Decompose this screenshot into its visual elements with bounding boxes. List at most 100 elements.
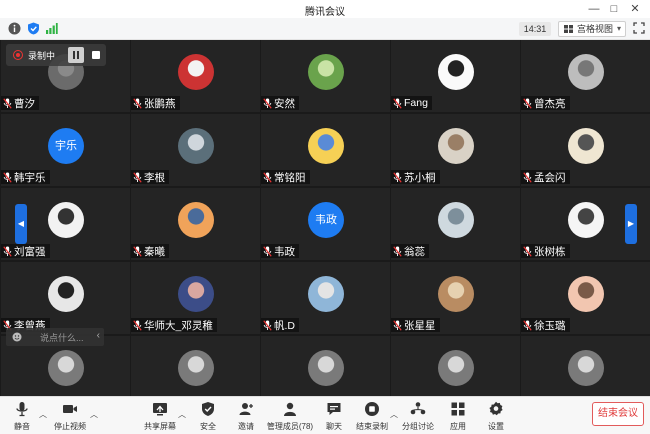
- video-options-chevron[interactable]: ︿: [90, 409, 98, 420]
- participant-avatar: [308, 54, 344, 90]
- participant-nameplate: 李根: [131, 170, 169, 184]
- chat-icon: [327, 403, 341, 415]
- participant-nameplate: 孟会闪: [521, 170, 570, 184]
- previous-page-button[interactable]: ◀: [15, 204, 27, 244]
- participant-nameplate: Fang: [391, 96, 432, 110]
- participant-tile[interactable]: [521, 336, 650, 396]
- muted-mic-icon: [393, 97, 402, 109]
- participant-tile[interactable]: [391, 336, 520, 396]
- share-options-chevron[interactable]: ︿: [178, 409, 186, 420]
- participant-tile[interactable]: 秦曦: [131, 188, 260, 260]
- chat-placeholder[interactable]: 说点什么...: [40, 331, 84, 344]
- participant-name: 徐玉璐: [534, 319, 566, 332]
- stop-recording-button[interactable]: [88, 47, 104, 63]
- muted-mic-icon: [133, 245, 142, 257]
- breakout-rooms-button[interactable]: 分组讨论: [396, 401, 440, 431]
- participant-name: 安然: [274, 97, 295, 110]
- participant-avatar: 宇乐: [48, 128, 84, 164]
- participant-tile[interactable]: Fang: [391, 40, 520, 112]
- pause-recording-button[interactable]: [68, 47, 84, 63]
- participant-tile[interactable]: [261, 336, 390, 396]
- meeting-toolbar: 静音 ︿ 停止视频 ︿ 共享屏幕 ︿ 安全 邀请 管理成员(78) 聊天 结束录…: [0, 396, 650, 434]
- settings-label: 设置: [488, 422, 504, 431]
- chat-input-bar[interactable]: 说点什么... ‹: [6, 328, 104, 346]
- recording-label: 录制中: [28, 51, 56, 61]
- participant-tile[interactable]: 安然: [261, 40, 390, 112]
- participant-tile[interactable]: 宇乐韩宇乐: [1, 114, 130, 186]
- video-grid: 曹汐 张鹏燕 安然 Fang 曾杰亮 宇乐 韩宇乐 李根 常铭阳 苏小桐 孟会闪 刘富强 秦曦 韦政 韦政翁…: [0, 40, 650, 396]
- participant-nameplate: 韩宇乐: [1, 170, 50, 184]
- participant-tile[interactable]: 徐玉璐: [521, 262, 650, 334]
- participant-tile[interactable]: 李曾燕: [1, 262, 130, 334]
- stop-video-button[interactable]: 停止视频: [48, 401, 92, 431]
- stop-video-label: 停止视频: [54, 422, 86, 431]
- participant-tile[interactable]: 华师大_邓灵稚: [131, 262, 260, 334]
- participant-avatar: [438, 202, 474, 238]
- muted-mic-icon: [3, 245, 12, 257]
- participant-tile[interactable]: 韦政 韦政: [261, 188, 390, 260]
- participant-name: 苏小桐: [404, 171, 436, 184]
- participant-tile[interactable]: 张星星: [391, 262, 520, 334]
- participant-tile[interactable]: 曾杰亮: [521, 40, 650, 112]
- camera-icon: [63, 405, 77, 413]
- share-screen-button[interactable]: 共享屏幕: [138, 401, 182, 431]
- muted-mic-icon: [263, 245, 272, 257]
- participant-name: 孟会闪: [534, 171, 566, 184]
- close-button[interactable]: ✕: [628, 2, 642, 16]
- chevron-down-icon: ▾: [616, 24, 621, 33]
- participant-name: 张树栋: [534, 245, 566, 258]
- meeting-info-bar: 14:31 宫格视图 ▾: [0, 18, 650, 40]
- manage-members-label: 管理成员(78): [266, 422, 314, 431]
- security-shield-icon: [202, 402, 214, 416]
- participant-avatar: [568, 350, 604, 386]
- participant-name: Fang: [404, 97, 428, 109]
- participant-nameplate: 张星星: [391, 318, 440, 332]
- participant-avatar: [568, 54, 604, 90]
- muted-mic-icon: [263, 97, 272, 109]
- participant-tile[interactable]: [131, 336, 260, 396]
- participant-tile[interactable]: 常铭阳: [261, 114, 390, 186]
- shield-icon[interactable]: [27, 22, 40, 35]
- breakout-icon: [410, 402, 426, 415]
- participant-avatar: [48, 202, 84, 238]
- end-meeting-button[interactable]: 结束会议: [592, 402, 644, 426]
- fullscreen-icon[interactable]: [633, 22, 645, 34]
- maximize-button[interactable]: □: [607, 2, 621, 16]
- settings-button[interactable]: 设置: [474, 401, 518, 431]
- microphone-icon: [16, 402, 28, 417]
- mute-label: 静音: [14, 422, 30, 431]
- participant-nameplate: 韦政: [261, 244, 299, 258]
- muted-mic-icon: [393, 319, 402, 331]
- participant-tile[interactable]: 帆.D: [261, 262, 390, 334]
- participant-nameplate: 徐玉璐: [521, 318, 570, 332]
- participant-nameplate: 常铭阳: [261, 170, 310, 184]
- minimize-button[interactable]: —: [587, 2, 601, 16]
- participant-tile[interactable]: 苏小桐: [391, 114, 520, 186]
- add-person-icon: [239, 403, 253, 415]
- participant-nameplate: 安然: [261, 96, 299, 110]
- participant-name: 张星星: [404, 319, 436, 332]
- participant-tile[interactable]: 孟会闪: [521, 114, 650, 186]
- participant-tile[interactable]: 翁蕊: [391, 188, 520, 260]
- participant-name: 曾杰亮: [534, 97, 566, 110]
- signal-icon[interactable]: [45, 22, 58, 35]
- participant-nameplate: 刘富强: [1, 244, 50, 258]
- mute-options-chevron[interactable]: ︿: [39, 409, 47, 420]
- participant-avatar: [568, 128, 604, 164]
- emoji-icon[interactable]: [12, 332, 22, 342]
- collapse-chat-icon[interactable]: ‹: [97, 330, 100, 341]
- grid-icon: [564, 25, 573, 33]
- members-icon: [284, 402, 296, 416]
- muted-mic-icon: [523, 319, 532, 331]
- info-icon[interactable]: [8, 22, 21, 35]
- participant-name: 华师大_邓灵稚: [144, 319, 213, 332]
- participant-avatar: [308, 276, 344, 312]
- end-recording-button[interactable]: 结束录制: [350, 401, 394, 431]
- view-mode-dropdown[interactable]: 宫格视图 ▾: [558, 21, 626, 37]
- participant-tile[interactable]: 张鹏燕: [131, 40, 260, 112]
- participant-tile[interactable]: 李根: [131, 114, 260, 186]
- next-page-button[interactable]: ▶: [625, 204, 637, 244]
- share-screen-icon: [153, 403, 167, 416]
- mute-button[interactable]: 静音: [0, 401, 44, 431]
- manage-members-button[interactable]: 管理成员(78): [262, 401, 318, 431]
